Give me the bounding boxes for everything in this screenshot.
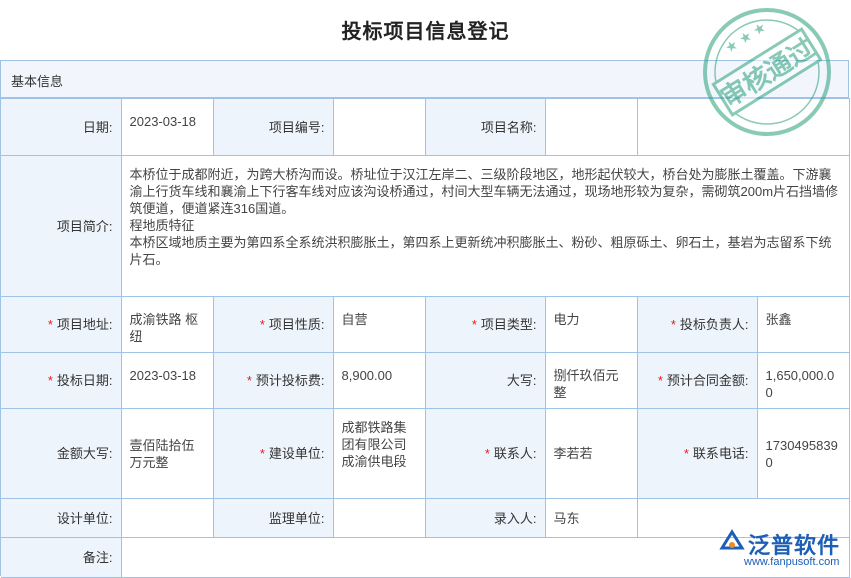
logo-mark-icon xyxy=(719,529,745,550)
required-mark: * xyxy=(683,446,689,461)
design-field[interactable] xyxy=(120,498,214,538)
upper-field[interactable]: 捌仟玖佰元整 xyxy=(544,352,638,409)
row-builder: 金额大写: 壹佰陆拾伍万元整 * 建设单位: 成都铁路集团有限公司成渝供电段 * 联… xyxy=(1,408,850,499)
nature-field[interactable]: 自营 xyxy=(332,296,426,353)
required-mark: * xyxy=(259,446,265,461)
bid-fee-label: * 预计投标费: xyxy=(212,352,334,409)
owner-field[interactable]: 张鑫 xyxy=(756,296,850,353)
amount-upper-label: 金额大写: xyxy=(1,408,122,499)
address-field[interactable]: 成渝铁路 枢纽 xyxy=(120,296,214,353)
bid-fee-field[interactable]: 8,900.00 xyxy=(332,352,426,409)
entry-field[interactable]: 马东 xyxy=(544,498,638,538)
builder-label: * 建设单位: xyxy=(212,408,334,499)
summary-line: 本桥区域地质主要为第四系全系统洪积膨胀土，第四系上更新统冲积膨胀土、粉砂、粗原砾… xyxy=(129,235,832,267)
owner-label: * 投标负责人: xyxy=(636,296,758,353)
builder-field[interactable]: 成都铁路集团有限公司成渝供电段 xyxy=(332,408,426,499)
supervise-field[interactable] xyxy=(332,498,426,538)
required-mark: * xyxy=(484,446,490,461)
remark-label: 备注: xyxy=(1,537,122,578)
brand-logo: 泛普软件 www.fanpusoft.com xyxy=(718,528,848,574)
row-bid: * 投标日期: 2023-03-18 * 预计投标费: 8,900.00 大写: 捌… xyxy=(1,352,850,409)
type-label: * 项目类型: xyxy=(424,296,546,353)
bid-date-label: * 投标日期: xyxy=(1,352,122,409)
required-mark: * xyxy=(259,317,265,332)
phone-field[interactable]: 17304958390 xyxy=(756,408,850,499)
project-name-field[interactable] xyxy=(545,98,638,156)
upper-label: 大写: xyxy=(424,352,546,409)
phone-label: * 联系电话: xyxy=(636,408,758,499)
contact-field[interactable]: 李若若 xyxy=(544,408,638,499)
required-mark: * xyxy=(670,317,676,332)
required-mark: * xyxy=(47,373,53,388)
project-no-field[interactable] xyxy=(333,98,426,156)
info-table: 日期: 2023-03-18 项目编号: 项目名称: 项目简介: 本桥位于成都附… xyxy=(1,98,850,578)
project-no-label: 项目编号: xyxy=(213,98,334,156)
approved-stamp: 审核通过 ★ ★ ★ xyxy=(703,8,831,136)
contract-amount-label: * 预计合同金额: xyxy=(636,352,758,409)
summary-line: 本桥位于成都附近，为跨大桥沟而设。桥址位于汉江左岸二、三级阶段地区，地形起伏较大… xyxy=(129,167,839,216)
design-label: 设计单位: xyxy=(1,498,122,538)
date-label: 日期: xyxy=(1,98,122,156)
contact-label: * 联系人: xyxy=(424,408,546,499)
summary-label: 项目简介: xyxy=(1,155,122,297)
bid-date-field[interactable]: 2023-03-18 xyxy=(120,352,214,409)
nature-label: * 项目性质: xyxy=(212,296,334,353)
row-address: * 项目地址: 成渝铁路 枢纽 * 项目性质: 自营 * 项目类型: 电力 * 投标负责… xyxy=(1,296,850,353)
type-field[interactable]: 电力 xyxy=(544,296,638,353)
required-mark: * xyxy=(657,373,663,388)
amount-upper-field[interactable]: 壹佰陆拾伍万元整 xyxy=(120,408,214,499)
contract-amount-field[interactable]: 1,650,000.00 xyxy=(756,352,850,409)
required-mark: * xyxy=(47,317,53,332)
entry-label: 录入人: xyxy=(424,498,546,538)
row-summary: 项目简介: 本桥位于成都附近，为跨大桥沟而设。桥址位于汉江左岸二、三级阶段地区，… xyxy=(1,155,850,297)
brand-url: www.fanpusoft.com xyxy=(744,556,840,568)
required-mark: * xyxy=(246,373,252,388)
project-name-label: 项目名称: xyxy=(425,98,546,156)
summary-field[interactable]: 本桥位于成都附近，为跨大桥沟而设。桥址位于汉江左岸二、三级阶段地区，地形起伏较大… xyxy=(120,155,850,297)
summary-line: 程地质特征 xyxy=(129,218,195,233)
date-field[interactable]: 2023-03-18 xyxy=(121,98,214,156)
address-label: * 项目地址: xyxy=(1,296,122,353)
supervise-label: 监理单位: xyxy=(212,498,334,538)
required-mark: * xyxy=(471,317,477,332)
